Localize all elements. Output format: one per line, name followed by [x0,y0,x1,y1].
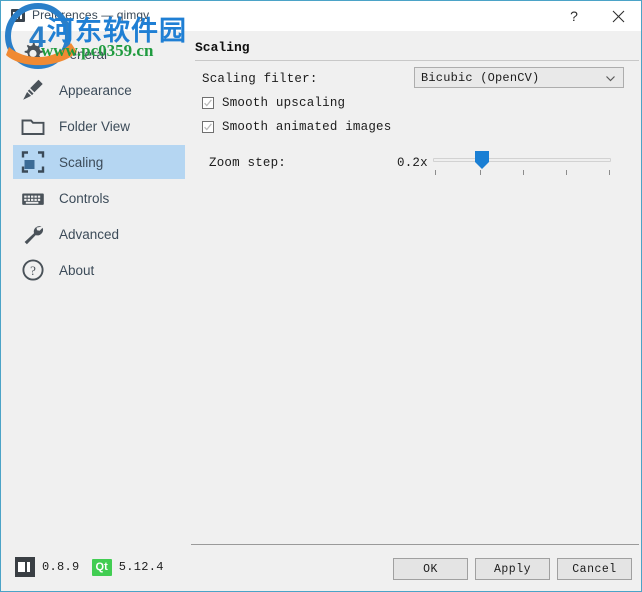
app-window-icon [11,9,25,22]
qt-badge: Qt [91,558,112,576]
cancel-button[interactable]: Cancel [557,558,632,580]
smooth-animated-checkbox[interactable] [202,121,214,133]
sidebar-item-label: Advanced [59,226,120,242]
sidebar-item-controls[interactable]: Controls [13,181,185,215]
scaling-filter-select[interactable]: Bicubic (OpenCV) [414,67,624,88]
slider-groove [433,158,611,162]
title-bar: Preferences — qimgv ? [1,1,641,31]
slider-tick [609,170,610,175]
svg-text:?: ? [30,263,36,278]
folder-icon [18,111,48,141]
smooth-upscaling-label: Smooth upscaling [222,96,346,110]
scaling-settings-panel: Scaling Scaling filter: Bicubic (OpenCV)… [191,31,641,591]
sidebar-item-advanced[interactable]: Advanced [13,217,185,251]
ok-button[interactable]: OK [393,558,468,580]
close-button[interactable] [596,1,640,31]
zoom-step-value: 0.2x [397,156,428,170]
slider-tick [435,170,436,175]
slider-tick [523,170,524,175]
slider-tick [480,170,481,175]
check-icon [204,99,212,107]
zoom-step-slider[interactable] [431,146,613,178]
settings-sidebar: General Appearance Folder View Scaling C… [1,31,191,591]
help-icon: ? [570,8,578,24]
preferences-window: Preferences — qimgv ? General Appearance… [0,0,642,592]
sidebar-item-label: General [59,46,108,62]
sidebar-item-label: Controls [59,190,110,206]
slider-handle[interactable] [475,151,489,169]
gear-icon [18,39,48,69]
zoom-step-label: Zoom step: [209,156,287,170]
footer-divider [191,544,639,545]
sidebar-item-label: About [59,262,95,278]
app-logo-icon [15,557,35,577]
close-icon [612,10,624,22]
smooth-animated-label: Smooth animated images [222,120,392,134]
app-version: 0.8.9 [42,560,80,574]
help-button[interactable]: ? [552,1,596,31]
sidebar-item-about[interactable]: ? About [13,253,185,287]
keyboard-icon [18,183,48,213]
scaling-icon [18,147,48,177]
smooth-upscaling-checkbox[interactable] [202,97,214,109]
check-icon [204,123,212,131]
qt-version: 5.12.4 [118,560,164,574]
version-info: 0.8.9 Qt 5.12.4 [15,557,164,577]
sidebar-item-general[interactable]: General [13,37,185,71]
question-icon: ? [18,255,48,285]
scaling-filter-value: Bicubic (OpenCV) [421,70,540,85]
sidebar-item-appearance[interactable]: Appearance [13,73,185,107]
smooth-animated-row[interactable]: Smooth animated images [202,118,391,136]
dialog-body: General Appearance Folder View Scaling C… [1,31,641,591]
smooth-upscaling-row[interactable]: Smooth upscaling [202,94,345,112]
window-title: Preferences — qimgv [32,8,150,22]
page-title: Scaling [195,40,250,55]
title-divider [195,60,639,61]
apply-button[interactable]: Apply [475,558,550,580]
chevron-down-icon [606,76,615,82]
brush-icon [18,75,48,105]
sidebar-item-label: Scaling [59,154,104,170]
sidebar-item-label: Folder View [59,118,131,134]
sidebar-item-label: Appearance [59,82,132,98]
scaling-filter-label: Scaling filter: [202,72,318,86]
sidebar-item-folder-view[interactable]: Folder View [13,109,185,143]
sidebar-item-scaling[interactable]: Scaling [13,145,185,179]
slider-tick [566,170,567,175]
wrench-icon [18,219,48,249]
